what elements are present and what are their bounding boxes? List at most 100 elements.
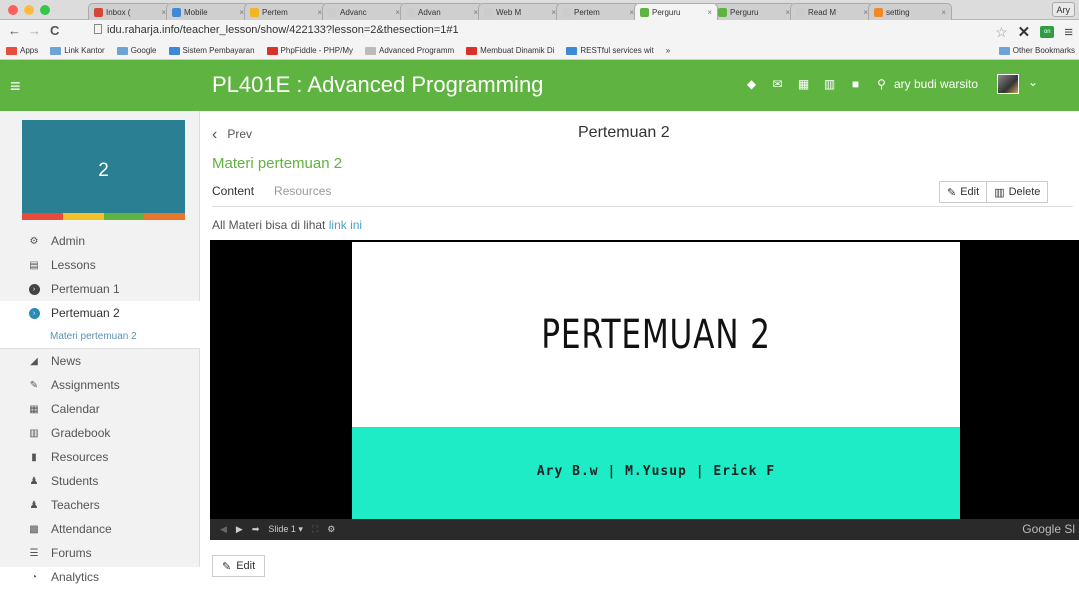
sidebar-item-pertemuan-1[interactable]: › Pertemuan 1 bbox=[0, 277, 200, 301]
url-field[interactable]: idu.raharja.info/teacher_lesson/show/422… bbox=[94, 24, 459, 36]
sidebar-item-analytics[interactable]: ◔ Analytics bbox=[0, 565, 200, 589]
next-slide-icon[interactable]: ➡ bbox=[252, 524, 260, 535]
back-icon[interactable]: ← bbox=[8, 23, 21, 38]
bookmark-item[interactable]: Advanced Programm bbox=[365, 46, 454, 55]
sidebar-item-forums[interactable]: ☰ Forums bbox=[0, 541, 200, 565]
sidebar-item-students[interactable]: ♟ Students bbox=[0, 469, 200, 493]
browser-tab[interactable]: Perguru × bbox=[712, 3, 796, 20]
pencil-icon: ✎ bbox=[947, 186, 957, 199]
browser-tab[interactable]: Pertem × bbox=[244, 3, 328, 20]
browser-tab-label: Pertem bbox=[262, 7, 288, 17]
avatar[interactable] bbox=[997, 74, 1019, 94]
reload-icon[interactable]: C bbox=[50, 23, 59, 38]
bookmark-item[interactable]: Apps bbox=[6, 46, 38, 55]
forums-icon: ☰ bbox=[29, 547, 39, 559]
browser-tab[interactable]: setting × bbox=[868, 3, 952, 20]
sidebar-item-admin[interactable]: ⚙ Admin bbox=[0, 229, 200, 253]
messages-icon[interactable]: ✉ bbox=[770, 77, 785, 92]
tab-content[interactable]: Content bbox=[212, 184, 254, 198]
sidebar-item-pertemuan-2[interactable]: › Pertemuan 2 bbox=[0, 301, 200, 325]
sidebar-item-resources[interactable]: ▮ Resources bbox=[0, 445, 200, 469]
profile-badge[interactable]: Ary bbox=[1051, 2, 1075, 17]
previous-slide-icon[interactable]: ◀ bbox=[220, 524, 227, 535]
sidebar-item-calendar[interactable]: ▦ Calendar bbox=[0, 397, 200, 421]
fullscreen-icon[interactable]: ⛶ bbox=[312, 524, 318, 535]
notifications-icon[interactable]: ◆ bbox=[744, 77, 759, 92]
search-icon[interactable]: ⚲ bbox=[874, 77, 889, 92]
prev-link[interactable]: ‹ Prev bbox=[212, 126, 252, 144]
extension-x-icon[interactable]: ✕ bbox=[1018, 23, 1031, 41]
settings-gear-icon[interactable]: ⚙ bbox=[327, 524, 335, 535]
slides-viewer[interactable]: PERTEMUAN 2 Ary B.w | M.Yusup | Erick F … bbox=[210, 240, 1079, 540]
extension-icon[interactable]: on bbox=[1040, 26, 1055, 38]
sidebar-item-label: Teachers bbox=[51, 498, 100, 512]
other-bookmarks-label: Other Bookmarks bbox=[1012, 46, 1075, 55]
browser-tab-label: Mobile bbox=[184, 7, 208, 17]
browser-tab[interactable]: Read M × bbox=[790, 3, 874, 20]
close-window-button[interactable] bbox=[8, 5, 18, 15]
page-icon bbox=[94, 24, 102, 34]
sidebar-item-news[interactable]: ◢ News bbox=[0, 349, 200, 373]
browser-tab[interactable]: Perguru × bbox=[634, 3, 718, 20]
megaphone-icon: ◢ bbox=[30, 355, 38, 367]
assignments-icon[interactable]: ■ bbox=[848, 77, 863, 92]
calendar-icon[interactable]: ▦ bbox=[796, 77, 811, 92]
tab-favicon-icon bbox=[406, 7, 415, 17]
bookmark-item[interactable]: Link Kantor bbox=[50, 46, 105, 55]
other-bookmarks[interactable]: Other Bookmarks bbox=[998, 46, 1075, 55]
tab-favicon-icon bbox=[874, 7, 883, 17]
browser-tab[interactable]: Web M × bbox=[478, 3, 562, 20]
browser-menu-icon[interactable]: ≡ bbox=[1064, 24, 1073, 41]
bottom-edit-button[interactable]: ✎ Edit bbox=[212, 555, 266, 577]
bookmarks-bar: Apps Link Kantor Google Sistem Pembayaran Ph… bbox=[0, 42, 1079, 60]
sidebar-item-label: Assignments bbox=[51, 378, 120, 392]
browser-tab[interactable]: Pertem × bbox=[556, 3, 640, 20]
calendar-icon: ▦ bbox=[29, 403, 39, 415]
hamburger-menu-icon[interactable]: ≡ bbox=[10, 76, 21, 97]
lesson-actions: ✎ Edit ▥ Delete bbox=[939, 181, 1049, 203]
browser-tab[interactable]: Inbox (× bbox=[88, 3, 172, 20]
forward-icon[interactable]: → bbox=[28, 23, 41, 38]
sidebar-item-attendance[interactable]: ▩ Attendance bbox=[0, 517, 200, 541]
bookmark-item[interactable]: Sistem Pembayaran bbox=[168, 46, 255, 55]
user-name[interactable]: ary budi warsito bbox=[894, 77, 978, 91]
browser-tab-label: Read M bbox=[808, 7, 837, 17]
bookmark-item[interactable]: RESTful services wit bbox=[566, 46, 654, 55]
slide-author-band: Ary B.w | M.Yusup | Erick F bbox=[352, 427, 960, 519]
browser-tab[interactable]: Mobile × bbox=[166, 3, 250, 20]
sidebar-item-materi-pertemuan-2[interactable]: Materi pertemuan 2 bbox=[0, 325, 200, 349]
bookmark-item[interactable]: PhpFiddle - PHP/My bbox=[266, 46, 353, 55]
close-tab-icon[interactable]: × bbox=[707, 8, 712, 17]
edit-button[interactable]: ✎ Edit bbox=[939, 181, 988, 203]
sidebar-item-lessons[interactable]: ▤ Lessons bbox=[0, 253, 200, 277]
tab-favicon-icon bbox=[94, 7, 103, 17]
chevron-down-icon[interactable]: ⌄ bbox=[1028, 75, 1038, 89]
resources-icon: ▮ bbox=[31, 451, 37, 463]
minimize-window-button[interactable] bbox=[24, 5, 34, 15]
play-icon[interactable]: ▶ bbox=[236, 524, 243, 535]
gradebook-icon[interactable]: ▥ bbox=[822, 77, 837, 92]
bookmark-item[interactable]: Membuat Dinamik Di bbox=[466, 46, 554, 55]
bookmark-item[interactable]: » bbox=[666, 46, 670, 55]
maximize-window-button[interactable] bbox=[40, 5, 50, 15]
bookmark-item[interactable]: Google bbox=[116, 46, 157, 55]
browser-tab-bar: Inbox (× Mobile × Pertem × Advanc × Advan × Web M… bbox=[0, 0, 1079, 20]
sidebar-item-teachers[interactable]: ♟ Teachers bbox=[0, 493, 200, 517]
slide-indicator[interactable]: Slide 1 ▾ bbox=[268, 524, 303, 535]
tab-favicon-icon bbox=[250, 7, 259, 17]
tab-resources[interactable]: Resources bbox=[274, 184, 331, 198]
materi-link[interactable]: link ini bbox=[329, 218, 362, 232]
bookmark-favicon-icon bbox=[50, 46, 62, 55]
sidebar-item-gradebook[interactable]: ▥ Gradebook bbox=[0, 421, 200, 445]
browser-tab[interactable]: Advanc × bbox=[322, 3, 406, 20]
materi-info-text: All Materi bisa di lihat bbox=[212, 218, 326, 232]
bookmark-favicon-icon bbox=[566, 46, 578, 55]
bookmark-label: » bbox=[665, 46, 671, 55]
sidebar-item-assignments[interactable]: ✎ Assignments bbox=[0, 373, 200, 397]
browser-tab[interactable]: Advan × bbox=[400, 3, 484, 20]
delete-button[interactable]: ▥ Delete bbox=[987, 181, 1049, 203]
lesson-number: 2 bbox=[98, 160, 109, 181]
bookmark-star-icon[interactable]: ☆ bbox=[995, 24, 1008, 41]
tab-favicon-icon bbox=[328, 7, 337, 17]
close-tab-icon[interactable]: × bbox=[941, 8, 946, 17]
